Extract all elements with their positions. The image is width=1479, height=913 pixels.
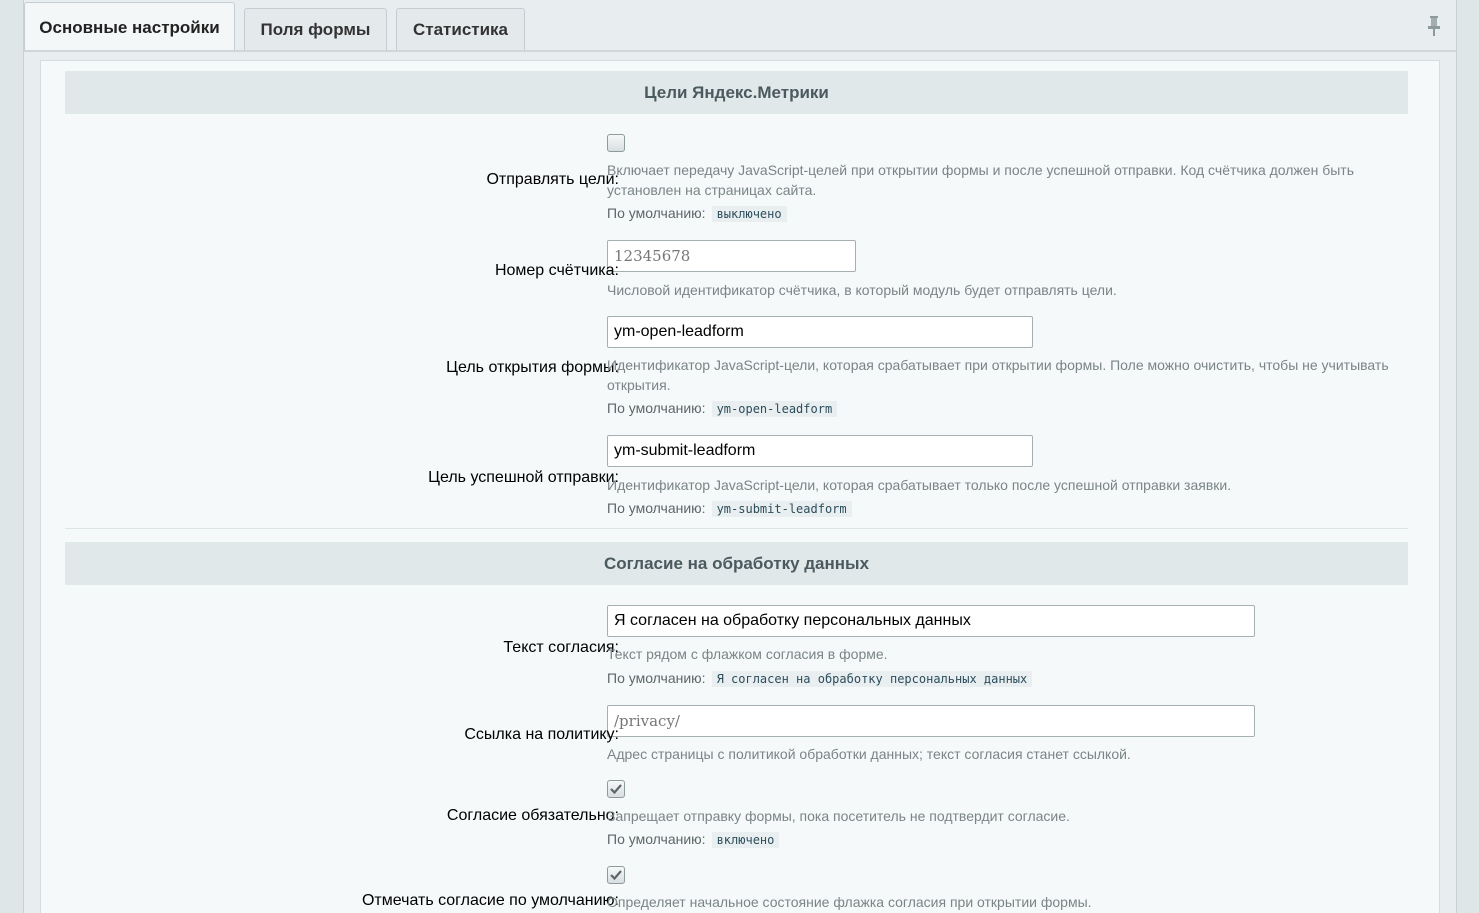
- tab-main-settings[interactable]: Основные настройки: [24, 2, 235, 52]
- pin-icon[interactable]: [1424, 14, 1444, 38]
- open-goal-label: Цель открытия формы:: [446, 359, 619, 376]
- open-goal-hint: Идентификатор JavaScript-цели, которая с…: [607, 357, 1389, 393]
- counter-number-hint: Числовой идентификатор счётчика, в котор…: [607, 282, 1117, 298]
- consent-default-label: Отмечать согласие по умолчанию:: [361, 892, 619, 909]
- open-goal-default: По умолчанию: ym-open-leadform: [607, 400, 838, 417]
- consent-default-hint: Определяет начальное состояние флажка со…: [607, 894, 1092, 910]
- submit-goal-label: Цель успешной отправки:: [428, 469, 619, 486]
- section-divider: [65, 528, 1408, 529]
- open-goal-input[interactable]: [607, 316, 1033, 348]
- tab-statistics[interactable]: Статистика: [396, 8, 525, 50]
- consent-text-hint: Текст рядом с флажком согласия в форме.: [607, 646, 888, 662]
- counter-number-label: Номер счётчика:: [494, 262, 619, 279]
- section-metrika-title: Цели Яндекс.Метрики: [65, 71, 1408, 114]
- check-icon: [610, 870, 622, 881]
- tab-underline: [24, 50, 1456, 52]
- consent-required-hint: Запрещает отправку формы, пока посетител…: [607, 808, 1070, 824]
- consent-required-default: По умолчанию: включено: [607, 831, 780, 848]
- consent-text-input[interactable]: [607, 605, 1255, 637]
- submit-goal-hint: Идентификатор JavaScript-цели, которая с…: [607, 477, 1232, 493]
- policy-link-hint: Адрес страницы с политикой обработки дан…: [607, 746, 1131, 762]
- consent-text-label: Текст согласия:: [503, 639, 619, 656]
- submit-goal-default: По умолчанию: ym-submit-leadform: [607, 500, 852, 517]
- consent-text-default: По умолчанию: Я согласен на обработку пер…: [607, 670, 1033, 687]
- settings-window: Основные настройки Поля формы Статистика…: [23, 0, 1457, 913]
- counter-number-input[interactable]: [607, 240, 856, 272]
- consent-required-label: Согласие обязательно:: [446, 807, 619, 824]
- policy-link-label: Ссылка на политику:: [464, 726, 619, 743]
- send-goals-checkbox[interactable]: [607, 134, 625, 152]
- consent-default-checkbox[interactable]: [607, 866, 625, 884]
- settings-panel: Цели Яндекс.Метрики Отправлять цели: Вкл…: [40, 60, 1440, 913]
- send-goals-label: Отправлять цели:: [486, 171, 619, 188]
- submit-goal-input[interactable]: [607, 435, 1033, 467]
- policy-link-input[interactable]: [607, 705, 1255, 737]
- send-goals-default: По умолчанию: выключено: [607, 205, 787, 222]
- tab-form-fields[interactable]: Поля формы: [244, 8, 387, 50]
- check-icon: [610, 784, 622, 795]
- section-consent-title: Согласие на обработку данных: [65, 542, 1408, 585]
- tab-bar: Основные настройки Поля формы Статистика: [24, 0, 1456, 52]
- consent-required-checkbox[interactable]: [607, 780, 625, 798]
- send-goals-hint: Включает передачу JavaScript-целей при о…: [607, 162, 1354, 198]
